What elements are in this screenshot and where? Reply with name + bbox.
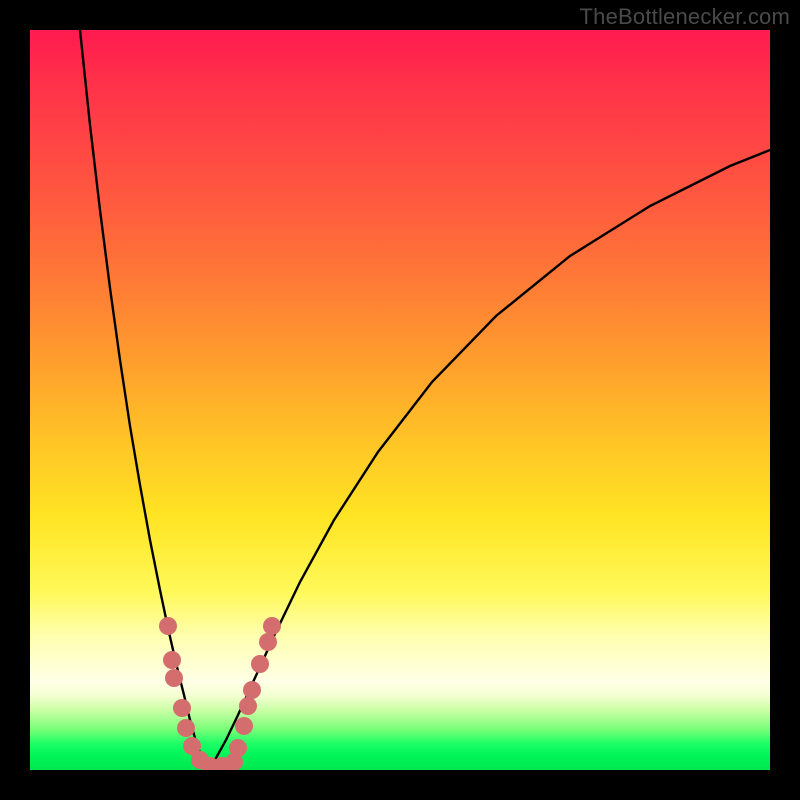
curve-left-branch bbox=[80, 30, 208, 768]
plot-area bbox=[30, 30, 770, 770]
data-point-marker bbox=[235, 717, 253, 735]
data-point-marker bbox=[239, 697, 257, 715]
outer-frame: TheBottlenecker.com bbox=[0, 0, 800, 800]
data-point-marker bbox=[263, 617, 281, 635]
data-point-marker bbox=[165, 669, 183, 687]
data-point-marker bbox=[259, 633, 277, 651]
data-point-marker bbox=[163, 651, 181, 669]
data-point-marker bbox=[229, 739, 247, 757]
curve-right-branch bbox=[208, 150, 770, 768]
data-point-marker bbox=[159, 617, 177, 635]
data-point-marker bbox=[177, 719, 195, 737]
curve-layer bbox=[30, 30, 770, 770]
data-point-marker bbox=[243, 681, 261, 699]
data-point-marker bbox=[251, 655, 269, 673]
data-point-markers bbox=[159, 617, 281, 770]
curve-group bbox=[80, 30, 770, 768]
watermark-text: TheBottlenecker.com bbox=[580, 4, 790, 30]
data-point-marker bbox=[173, 699, 191, 717]
